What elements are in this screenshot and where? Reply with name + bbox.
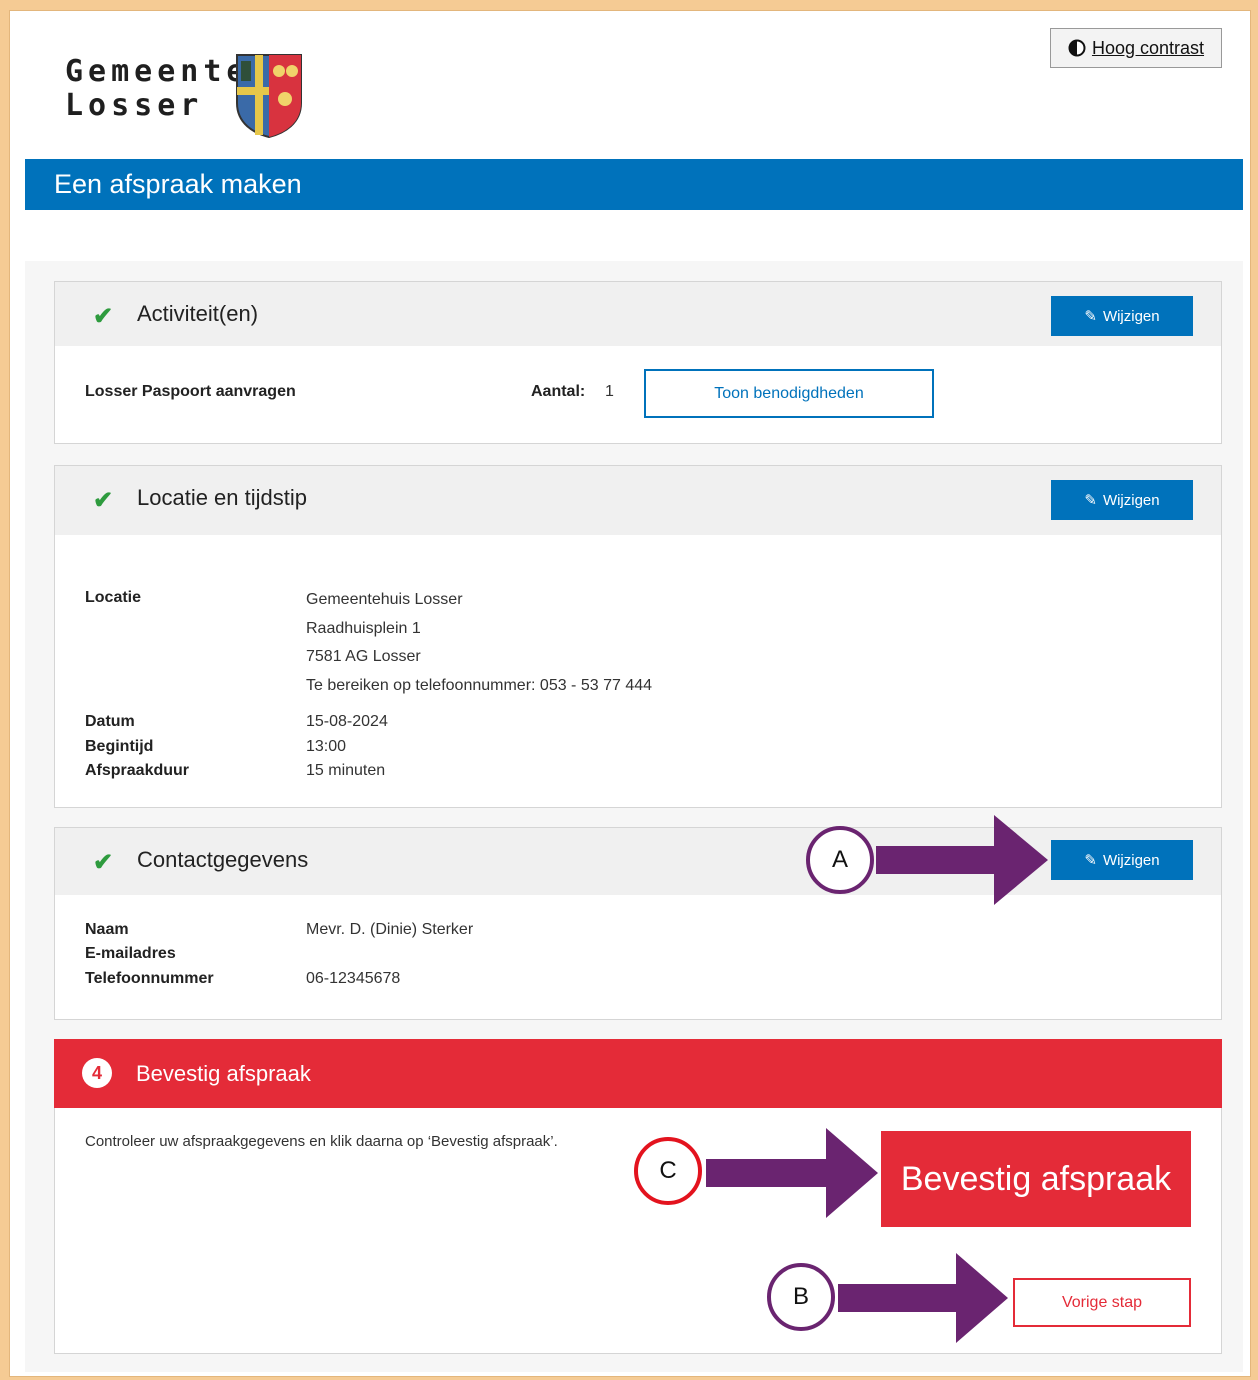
site-header: Gemeente Losser Hoog contrast Een afspra…	[25, 27, 1243, 261]
checkmark-icon: ✔	[93, 849, 114, 876]
start-time-value: 13:00	[306, 738, 347, 755]
count-label: Aantal:	[531, 383, 586, 400]
duration-label: Afspraakduur	[85, 762, 190, 779]
name-label: Naam	[85, 921, 129, 938]
address-line: Gemeentehuis Losser	[306, 591, 463, 608]
name-value: Mevr. D. (Dinie) Sterker	[306, 921, 474, 938]
confirm-card-header: 4 Bevestig afspraak	[54, 1039, 1222, 1108]
step-number-badge: 4	[82, 1058, 112, 1088]
phone-value: 06-12345678	[306, 970, 401, 987]
edit-activities-button[interactable]: ✎ Wijzigen	[1051, 296, 1193, 336]
pencil-icon: ✎	[1084, 492, 1097, 509]
marker-b: B	[767, 1263, 835, 1331]
pencil-icon: ✎	[1084, 852, 1097, 869]
high-contrast-button[interactable]: Hoog contrast	[1050, 28, 1222, 68]
activities-card: ✔ Activiteit(en) ✎ Wijzigen Losser Paspo…	[54, 281, 1222, 444]
coat-of-arms-icon	[236, 54, 302, 139]
date-value: 15-08-2024	[306, 713, 388, 730]
arrow-b-icon	[838, 1253, 1008, 1343]
email-label: E-mailadres	[85, 945, 176, 962]
checkmark-icon: ✔	[93, 303, 114, 330]
confirm-card: 4 Bevestig afspraak Controleer uw afspra…	[54, 1039, 1222, 1354]
high-contrast-label: Hoog contrast	[1091, 37, 1205, 58]
edit-label: Wijzigen	[1102, 851, 1160, 869]
previous-step-button[interactable]: Vorige stap	[1013, 1278, 1191, 1327]
edit-location-button[interactable]: ✎ Wijzigen	[1051, 480, 1193, 520]
marker-a: A	[806, 826, 874, 894]
contact-title: Contactgegevens	[137, 847, 309, 872]
date-label: Datum	[85, 713, 135, 730]
count-value: 1	[605, 383, 614, 400]
address-line: Raadhuisplein 1	[306, 620, 421, 637]
pencil-icon: ✎	[1084, 308, 1097, 325]
show-requirements-button[interactable]: Toon benodigdheden	[644, 369, 934, 418]
location-card-header: ✔ Locatie en tijdstip ✎ Wijzigen	[55, 466, 1221, 535]
logo-line-1: Gemeente	[65, 54, 250, 89]
page-title: Een afspraak maken	[25, 159, 1243, 210]
confirm-instruction: Controleer uw afspraakgegevens en klik d…	[85, 1133, 558, 1150]
activity-name: Losser Paspoort aanvragen	[85, 383, 296, 400]
phone-label: Telefoonnummer	[85, 970, 214, 987]
start-time-label: Begintijd	[85, 738, 154, 755]
municipality-logo-text: Gemeente Losser	[65, 55, 250, 123]
location-title: Locatie en tijdstip	[137, 485, 307, 510]
edit-label: Wijzigen	[1102, 307, 1160, 325]
screenshot-frame: Gemeente Losser Hoog contrast Een afspra…	[9, 10, 1251, 1377]
contrast-icon	[1068, 39, 1086, 57]
location-card: ✔ Locatie en tijdstip ✎ Wijzigen Locatie…	[54, 465, 1222, 808]
activities-card-header: ✔ Activiteit(en) ✎ Wijzigen	[55, 282, 1221, 346]
edit-label: Wijzigen	[1102, 491, 1160, 509]
confirm-appointment-button[interactable]: Bevestig afspraak	[881, 1131, 1191, 1227]
arrow-c-icon	[706, 1128, 878, 1218]
checkmark-icon: ✔	[93, 487, 114, 514]
logo-line-2: Losser	[65, 88, 204, 123]
location-label: Locatie	[85, 589, 142, 606]
activities-title: Activiteit(en)	[137, 301, 259, 326]
address-line: 7581 AG Losser	[306, 648, 421, 665]
duration-value: 15 minuten	[306, 762, 386, 779]
edit-contact-button[interactable]: ✎ Wijzigen	[1051, 840, 1193, 880]
marker-c: C	[634, 1137, 702, 1205]
address-line: Te bereiken op telefoonnummer: 053 - 53 …	[306, 677, 653, 694]
arrow-a-icon	[876, 815, 1048, 905]
confirm-title: Bevestig afspraak	[136, 1061, 311, 1086]
